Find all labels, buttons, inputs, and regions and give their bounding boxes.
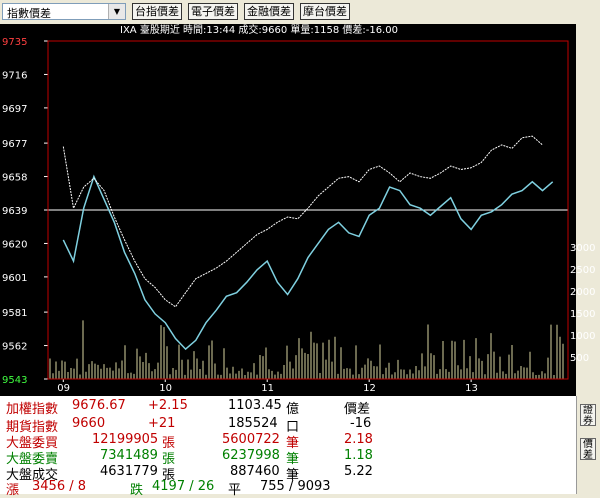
finance-spread-button[interactable]: 金融價差: [244, 3, 294, 20]
trade-volume: 4631779: [100, 464, 158, 479]
volume-tick-label: 1000: [570, 331, 595, 342]
taiex-turnover: 1103.45: [228, 398, 282, 413]
y-tick-label: 9735: [2, 37, 27, 48]
electronics-spread-button[interactable]: 電子價差: [188, 3, 238, 20]
y-tick-label: 9639: [2, 206, 27, 217]
ask-ratio: 1.18: [344, 448, 373, 463]
y-tick-label: 9562: [2, 342, 27, 353]
x-tick-label: 10: [159, 383, 172, 394]
bid-ratio: 2.18: [344, 432, 373, 447]
ask-orders: 6237998: [222, 448, 280, 463]
x-tick-label: 09: [57, 383, 70, 394]
futures-value: 9660: [72, 416, 106, 431]
ask-volume: 7341489: [100, 448, 158, 463]
volume-tick-label: 2000: [570, 287, 595, 298]
securities-tab[interactable]: 證券: [580, 404, 596, 426]
y-tick-label: 9716: [2, 70, 27, 81]
volume-tick-label: 3000: [570, 243, 595, 254]
x-tick-label: 11: [261, 383, 274, 394]
side-tab-panel: 證券 價差: [576, 396, 600, 494]
chevron-down-icon[interactable]: ▼: [108, 4, 125, 19]
price-chart: IXA 臺股期近 時間:13:44 成交:9660 單量:1158 價差:-16…: [0, 24, 595, 396]
spread-label: 價差: [344, 402, 371, 417]
volume-tick-label: 2500: [570, 265, 595, 276]
trade-ratio: 5.22: [344, 464, 373, 479]
market-summary-panel: 加權指數 9676.67 +2.15 1103.45 億 價差 期貨指數 966…: [0, 396, 576, 498]
x-tick-label: 12: [363, 383, 376, 394]
unchanged-label: 平: [228, 483, 242, 498]
spread-value: -16: [350, 416, 372, 431]
taiex-change: +2.15: [148, 398, 188, 413]
select-value: 指數價差: [7, 7, 51, 20]
taiex-label: 加權指數: [6, 402, 59, 417]
advance-label: 漲: [6, 483, 20, 498]
turnover-unit: 億: [286, 402, 300, 417]
msci-spread-button[interactable]: 摩台價差: [300, 3, 350, 20]
taiex-value: 9676.67: [72, 398, 126, 413]
volume-tick-label: 500: [570, 353, 589, 364]
decline-label: 跌: [130, 483, 144, 498]
chart-info-bar: IXA 臺股期近 時間:13:44 成交:9660 單量:1158 價差:-16…: [120, 24, 398, 36]
y-tick-label: 9581: [2, 308, 27, 319]
y-tick-label: 9620: [2, 239, 27, 250]
toolbar: 指數價差 ▼ 台指價差 電子價差 金融價差 摩台價差: [0, 0, 600, 24]
y-tick-label: 9697: [2, 104, 27, 115]
unchanged-count: 755 / 9093: [260, 479, 331, 494]
index-spread-select[interactable]: 指數價差 ▼: [2, 3, 126, 20]
volume-tick-label: 1500: [570, 309, 595, 320]
advance-count: 3456 / 8: [32, 479, 86, 494]
y-tick-label: 9601: [2, 273, 27, 284]
bid-orders: 5600722: [222, 432, 280, 447]
taiex-spread-button[interactable]: 台指價差: [132, 3, 182, 20]
futures-volume: 185524: [228, 416, 278, 431]
trade-orders: 887460: [230, 464, 280, 479]
y-tick-label: 9658: [2, 173, 27, 184]
futures-change: +21: [148, 416, 176, 431]
bid-volume: 12199905: [92, 432, 159, 447]
y-tick-label: 9543: [2, 375, 27, 386]
y-tick-label: 9677: [2, 139, 27, 150]
x-tick-label: 13: [465, 383, 478, 394]
decline-count: 4197 / 26: [152, 479, 215, 494]
spread-tab[interactable]: 價差: [580, 438, 596, 460]
